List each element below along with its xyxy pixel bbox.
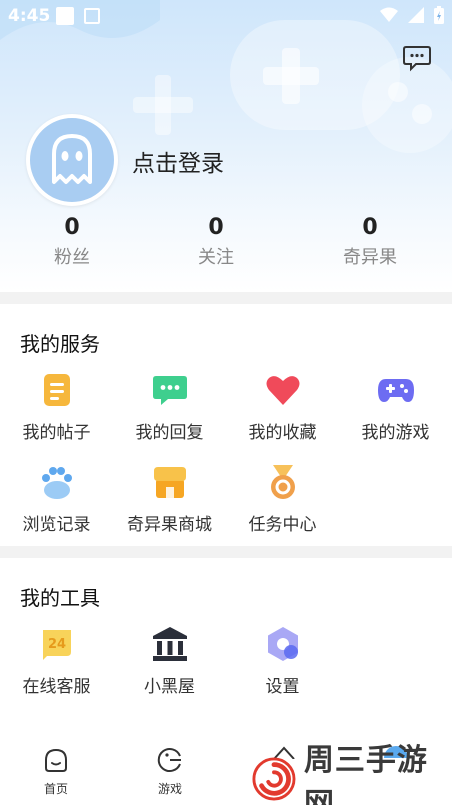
browse-history-label: 浏览记录	[22, 515, 91, 535]
stat-fans[interactable]: 0 粉丝	[12, 214, 132, 270]
app-notification-icon	[84, 8, 100, 24]
controller-decoration-icon	[230, 20, 452, 153]
login-link[interactable]: 点击登录	[132, 144, 224, 178]
battery-icon	[434, 6, 444, 24]
settings-label: 设置	[265, 677, 300, 697]
favorite-heart-icon	[266, 376, 299, 405]
stat-kiwi-value: 0	[362, 215, 378, 240]
blackroom-label: 小黑屋	[144, 677, 195, 697]
stat-fans-label: 粉丝	[54, 247, 90, 268]
browse-history-button[interactable]: 浏览记录	[0, 462, 113, 535]
medal-icon	[270, 465, 295, 499]
game-icon	[157, 748, 181, 772]
tab-home-label: 首页	[43, 782, 68, 796]
tab-games-label: 游戏	[157, 782, 182, 796]
reply-icon	[152, 376, 187, 405]
stat-following-value: 0	[208, 215, 224, 240]
kiwi-shop-label: 奇异果商城	[127, 515, 212, 535]
tab-games[interactable]: 游戏	[130, 746, 210, 797]
paw-icon	[41, 467, 72, 499]
stat-kiwi-label: 奇异果	[343, 247, 397, 268]
gamepad-icon	[377, 379, 414, 402]
watermark-logo-icon	[252, 757, 296, 800]
tools-title: 我的工具	[20, 586, 100, 610]
customer-service-icon: 24	[42, 630, 71, 660]
customer-service-label: 在线客服	[22, 677, 91, 697]
my-posts-button[interactable]: 我的帖子	[0, 370, 113, 443]
notification-icon	[56, 7, 74, 25]
blackroom-button[interactable]: 小黑屋	[113, 624, 226, 697]
status-bar: 4:45	[0, 0, 452, 32]
my-replies-label: 我的回复	[135, 423, 204, 443]
shop-icon	[153, 467, 186, 498]
customer-service-badge: 24	[47, 637, 65, 652]
section-divider	[0, 546, 452, 558]
wifi-icon	[380, 7, 398, 22]
stat-following-label: 关注	[198, 247, 234, 268]
section-divider	[0, 292, 452, 304]
my-games-label: 我的游戏	[361, 423, 430, 443]
services-title: 我的服务	[20, 332, 100, 356]
task-center-label: 任务中心	[248, 515, 317, 535]
tab-home[interactable]: 首页	[16, 746, 96, 797]
task-center-button[interactable]: 任务中心	[226, 462, 339, 535]
settings-button[interactable]: 设置	[226, 624, 339, 697]
signal-icon	[408, 7, 424, 23]
avatar[interactable]	[26, 114, 118, 206]
message-icon[interactable]	[402, 44, 432, 72]
plus-decoration-icon	[133, 75, 193, 135]
my-posts-label: 我的帖子	[22, 423, 91, 443]
my-replies-button[interactable]: 我的回复	[113, 370, 226, 443]
ghost-avatar-icon	[52, 134, 92, 184]
stat-kiwi[interactable]: 0 奇异果	[310, 214, 430, 270]
stat-fans-value: 0	[64, 215, 80, 240]
post-icon	[43, 374, 70, 406]
stat-following[interactable]: 0 关注	[156, 214, 276, 270]
kiwi-shop-button[interactable]: 奇异果商城	[113, 462, 226, 535]
watermark: 周三手游网	[252, 743, 452, 805]
home-icon	[45, 748, 67, 772]
building-icon	[152, 627, 187, 661]
my-favorites-label: 我的收藏	[248, 423, 317, 443]
my-games-button[interactable]: 我的游戏	[339, 370, 452, 443]
settings-hexagon-icon	[267, 627, 298, 661]
my-favorites-button[interactable]: 我的收藏	[226, 370, 339, 443]
status-time: 4:45	[8, 6, 51, 26]
watermark-text: 周三手游网	[303, 742, 428, 805]
customer-service-button[interactable]: 24 在线客服	[0, 624, 113, 697]
